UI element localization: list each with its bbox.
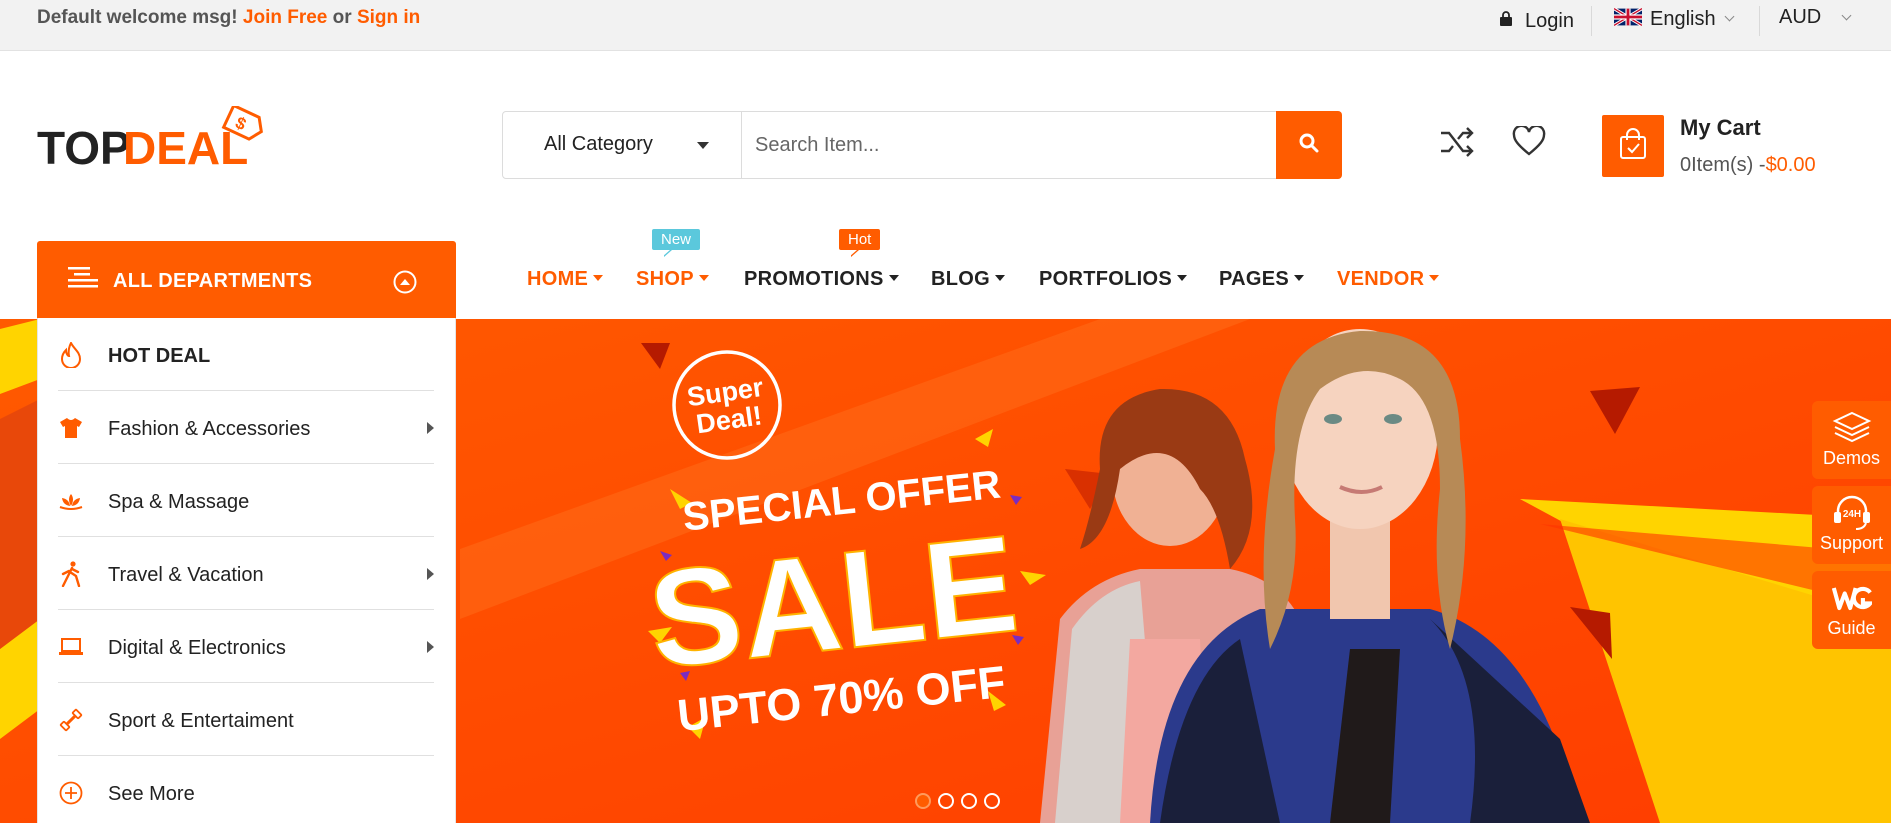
svg-text:24H: 24H <box>1843 509 1861 520</box>
cart-button[interactable] <box>1602 115 1664 177</box>
dept-label: See More <box>108 783 195 805</box>
currency-selector[interactable]: AUD <box>1779 6 1852 29</box>
support-label: Support <box>1819 533 1884 553</box>
flame-icon <box>58 342 84 368</box>
chevron-right-icon <box>427 568 434 580</box>
site-logo[interactable]: TOP DEAL $ <box>37 103 277 174</box>
sign-in-link[interactable]: Sign in <box>357 7 420 28</box>
dept-item-spa[interactable]: Spa & Massage <box>58 464 434 537</box>
slider-dot[interactable] <box>961 793 977 809</box>
cart-price: $0.00 <box>1765 154 1816 176</box>
heart-icon <box>1512 124 1546 160</box>
currency-label: AUD <box>1779 6 1822 28</box>
nav-promotions-label: PROMOTIONS <box>744 268 884 290</box>
chevron-right-icon <box>427 422 434 434</box>
slider-dot[interactable] <box>938 793 954 809</box>
search-icon <box>1299 133 1319 158</box>
top-bar: Default welcome msg! Join Free or Sign i… <box>0 0 1891 51</box>
nav-vendor-label: VENDOR <box>1337 268 1425 290</box>
dept-item-see-more[interactable]: See More <box>58 756 434 823</box>
departments-list: HOT DEAL Fashion & Accessories Spa & Mas… <box>37 318 456 823</box>
all-departments-header[interactable]: ALL DEPARTMENTS <box>37 241 456 318</box>
category-label: All Category <box>544 133 653 155</box>
headset-24h-icon: 24H <box>1832 494 1872 532</box>
nav-home-label: HOME <box>527 268 589 290</box>
cart-title[interactable]: My Cart <box>1680 115 1761 141</box>
dept-label: Digital & Electronics <box>108 637 286 659</box>
slider-dot[interactable] <box>984 793 1000 809</box>
nav-promotions[interactable]: PROMOTIONS <box>744 268 899 291</box>
login-label: Login <box>1525 10 1574 32</box>
layers-icon <box>1832 409 1872 447</box>
search-input[interactable] <box>742 112 1277 178</box>
dept-label: Travel & Vacation <box>108 564 264 586</box>
wishlist-button[interactable] <box>1512 124 1546 161</box>
guide-label: Guide <box>1827 618 1876 638</box>
departments-title: ALL DEPARTMENTS <box>113 270 313 292</box>
laptop-icon <box>58 634 84 660</box>
walking-icon <box>58 561 84 587</box>
collapse-up-icon[interactable] <box>393 270 417 299</box>
search-bar: All Category <box>502 111 1342 179</box>
guide-button[interactable]: Guide <box>1812 571 1891 649</box>
nav-blog-label: BLOG <box>931 268 990 290</box>
tshirt-icon <box>58 415 84 441</box>
lotus-icon <box>58 488 84 514</box>
nav-portfolios-label: PORTFOLIOS <box>1039 268 1172 290</box>
chevron-down-icon <box>1724 11 1735 22</box>
category-dropdown[interactable]: All Category <box>503 112 742 178</box>
join-free-link[interactable]: Join Free <box>243 7 327 28</box>
login-link[interactable]: Login <box>1500 6 1574 33</box>
nav-vendor[interactable]: VENDOR <box>1337 268 1440 291</box>
nav-portfolios[interactable]: PORTFOLIOS <box>1039 268 1187 291</box>
search-button[interactable] <box>1276 111 1342 179</box>
dumbbell-icon <box>58 707 84 733</box>
dept-label: Fashion & Accessories <box>108 418 311 440</box>
logo-text-dark: TOP <box>37 122 131 168</box>
welcome-text: Default welcome msg! <box>37 7 238 28</box>
dept-item-fashion[interactable]: Fashion & Accessories <box>58 391 434 464</box>
slider-dots <box>915 793 1000 809</box>
language-label: English <box>1650 7 1716 30</box>
lock-icon <box>1500 9 1512 32</box>
or-text: or <box>332 7 352 28</box>
chevron-down-icon <box>1841 10 1852 20</box>
dept-item-sport[interactable]: Sport & Entertaiment <box>58 683 434 756</box>
dept-item-travel[interactable]: Travel & Vacation <box>58 537 434 610</box>
dept-item-hot-deal[interactable]: HOT DEAL <box>58 318 434 391</box>
dept-label: Sport & Entertaiment <box>108 710 294 732</box>
nav-shop[interactable]: SHOP <box>636 268 709 291</box>
chevron-right-icon <box>427 641 434 653</box>
uk-flag-icon <box>1613 7 1643 32</box>
compare-button[interactable] <box>1439 125 1475 164</box>
menu-lines-icon <box>68 267 98 294</box>
dept-label: Spa & Massage <box>108 491 250 513</box>
nav-blog[interactable]: BLOG <box>931 268 1005 291</box>
welcome-message: Default welcome msg! Join Free or Sign i… <box>37 7 420 29</box>
caret-down-icon <box>697 142 709 149</box>
hot-badge: Hot <box>839 229 881 257</box>
nav-pages[interactable]: PAGES <box>1219 268 1305 291</box>
support-button[interactable]: 24H Support <box>1812 486 1891 564</box>
language-selector[interactable]: English <box>1613 6 1735 32</box>
cart-count: 0Item(s) - <box>1680 154 1766 176</box>
nav-shop-label: SHOP <box>636 268 694 290</box>
slider-dot[interactable] <box>915 793 931 809</box>
shuffle-icon <box>1439 127 1475 163</box>
dept-label: HOT DEAL <box>108 345 211 367</box>
new-badge: New <box>652 229 701 257</box>
dept-item-digital[interactable]: Digital & Electronics <box>58 610 434 683</box>
nav-pages-label: PAGES <box>1219 268 1290 290</box>
wg-icon <box>1832 579 1872 617</box>
shopping-bag-icon <box>1618 127 1648 165</box>
demos-button[interactable]: Demos <box>1812 401 1891 479</box>
demos-label: Demos <box>1822 448 1880 468</box>
cart-summary[interactable]: 0Item(s) -$0.00 <box>1680 154 1816 177</box>
plus-circle-icon <box>58 780 84 806</box>
nav-home[interactable]: HOME <box>527 268 604 291</box>
